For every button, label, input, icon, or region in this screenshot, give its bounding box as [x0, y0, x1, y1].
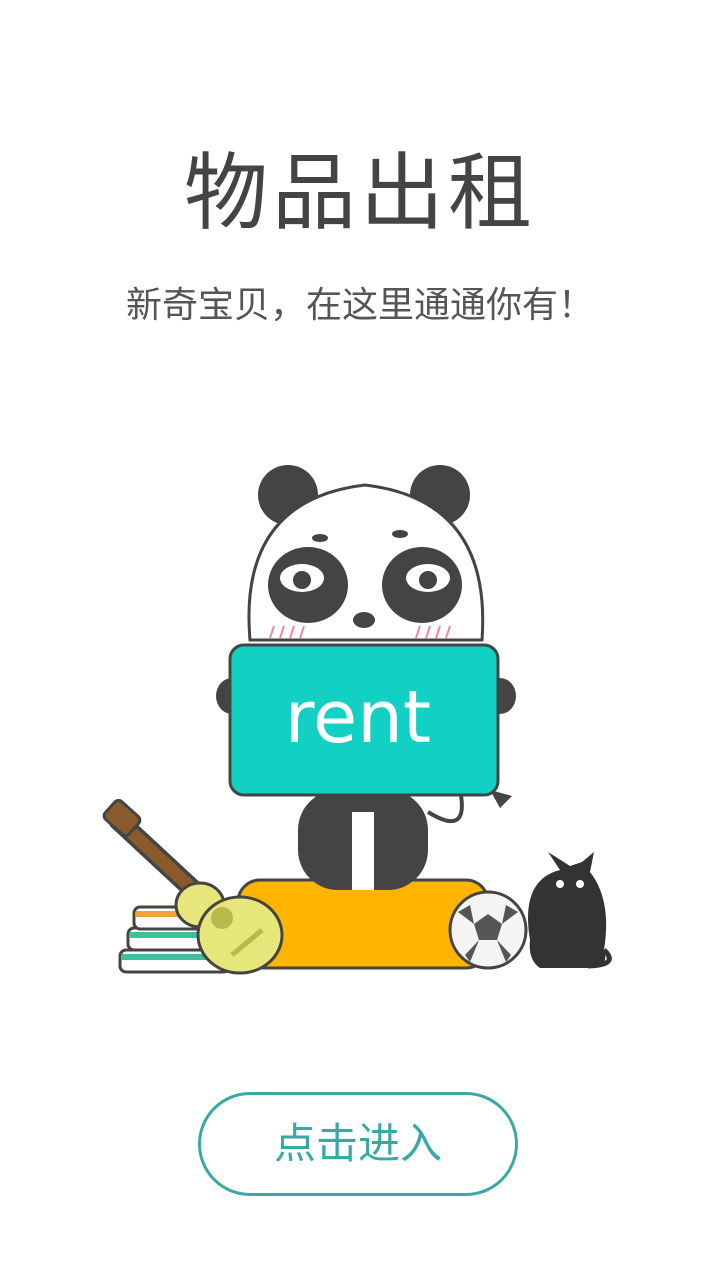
page-title: 物品出租: [183, 144, 536, 242]
rent-sign-label: rent: [285, 675, 431, 759]
enter-button[interactable]: 点击进入: [198, 1092, 518, 1196]
cat-icon: [528, 852, 612, 969]
panda-rent-illustration: rent: [102, 465, 612, 975]
page-subtitle: 新奇宝贝，在这里通通你有！: [125, 285, 594, 326]
soccer-ball-icon: [448, 890, 528, 970]
